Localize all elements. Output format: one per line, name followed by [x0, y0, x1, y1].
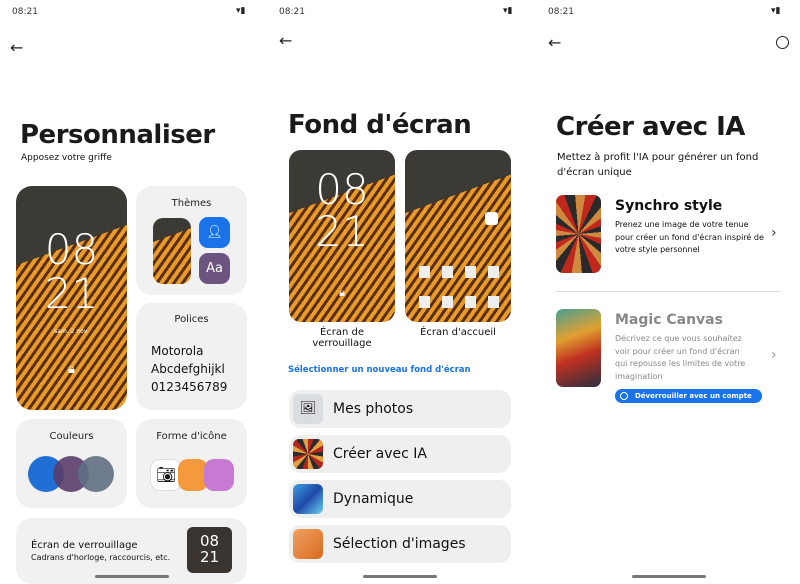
lock-hour: 08	[44, 225, 99, 274]
unlock-label: Déverrouiller avec un compte Moto	[635, 392, 752, 414]
app-icon	[204, 459, 234, 491]
synchro-desc: Prenez une image de votre tenue pour cré…	[615, 220, 764, 254]
lockscreen-card-subtitle: Cadrans d'horloge, raccourcis, etc.	[31, 553, 171, 562]
list-item-label: Mes photos	[333, 401, 414, 417]
chevron-right-icon: ›	[771, 347, 777, 363]
thumb-min: 21	[199, 548, 220, 566]
account-icon	[620, 392, 628, 400]
ai-thumb-icon	[293, 439, 323, 469]
themes-label: Thèmes	[171, 198, 212, 209]
icon-shape-label: Forme d'icône	[156, 431, 227, 442]
back-arrow-icon[interactable]: ←	[279, 31, 292, 50]
clock-thumb: 08 21	[187, 527, 232, 573]
magic-thumb	[556, 309, 601, 387]
fonts-card[interactable]: Polices Motorola Abcdefghijkl 0123456789	[136, 303, 247, 410]
back-arrow-icon[interactable]: ←	[548, 33, 561, 52]
icon-shape-card[interactable]: Forme d'icône 📷︎	[136, 419, 247, 508]
chevron-right-icon: ›	[771, 225, 777, 241]
lockscreen-preview[interactable]: 08 21 sam. 2 nov. 🔒︎	[16, 186, 127, 410]
list-item-selection-images[interactable]: Sélection d'images	[289, 525, 511, 563]
nav-handle[interactable]	[363, 575, 437, 578]
page-title: Personnaliser	[20, 120, 215, 150]
thumb-hour: 08	[199, 532, 220, 550]
dock-icons-row	[419, 296, 499, 308]
person-icon: 👤︎	[199, 217, 230, 248]
synchro-title: Synchro style	[615, 198, 723, 214]
font-sample: Motorola	[151, 344, 204, 358]
account-icon[interactable]	[776, 36, 789, 49]
app-icons-row	[419, 266, 499, 278]
back-arrow-icon[interactable]: ←	[10, 38, 23, 57]
list-item-mes-photos[interactable]: 🖼︎ Mes photos	[289, 390, 511, 428]
list-item-label: Dynamique	[333, 491, 414, 507]
lock-icon: 🔒︎	[339, 286, 345, 299]
page-title: Fond d'écran	[288, 110, 472, 140]
lock-minute: 21	[315, 207, 369, 256]
status-time: 08:21	[12, 7, 38, 17]
wifi-battery-icon: ▾▮	[236, 6, 246, 16]
font-sample-icon: Aa	[199, 253, 230, 284]
list-item-label: Sélection d'images	[333, 536, 466, 552]
dynamic-thumb-icon	[293, 484, 323, 514]
lockscreen-card-title: Écran de verrouillage	[31, 540, 138, 551]
lock-hour: 08	[315, 165, 369, 214]
magic-canvas-item[interactable]: Magic Canvas Décrivez ce que vous souhai…	[556, 309, 786, 414]
nav-handle[interactable]	[95, 575, 169, 578]
page-title: Créer avec IA	[556, 112, 745, 142]
theme-wallpaper-thumb	[153, 218, 191, 284]
status-time: 08:21	[548, 7, 574, 17]
fonts-label: Polices	[174, 314, 209, 325]
lock-date: sam. 2 nov.	[54, 328, 89, 335]
lock-minute: 21	[44, 269, 99, 318]
font-sample: 0123456789	[151, 380, 228, 394]
themes-card[interactable]: Thèmes 👤︎ Aa	[136, 186, 247, 295]
colors-card[interactable]: Couleurs	[16, 419, 127, 508]
magic-desc: Décrivez ce que vous souhaitez voir pour…	[615, 334, 746, 381]
homescreen-label: Écran d'accueil	[420, 327, 496, 338]
lockscreen-wallpaper-preview[interactable]: 08 21 🔒︎	[289, 150, 395, 322]
app-icon	[485, 212, 498, 225]
lockscreen-label: Écran de verrouillage	[312, 327, 372, 349]
unlock-moto-account-button[interactable]: Déverrouiller avec un compte Moto	[615, 389, 762, 414]
colors-label: Couleurs	[49, 431, 94, 442]
page-subtitle: Apposez votre griffe	[21, 153, 112, 163]
magic-title: Magic Canvas	[615, 312, 723, 328]
select-new-wallpaper-link[interactable]: Sélectionner un nouveau fond d'écran	[288, 365, 471, 375]
list-item-creer-ia[interactable]: Créer avec IA	[289, 435, 511, 473]
divider	[556, 291, 781, 292]
synchro-thumb	[556, 195, 601, 273]
wifi-battery-icon: ▾▮	[771, 6, 781, 16]
list-item-dynamique[interactable]: Dynamique	[289, 480, 511, 518]
nav-handle[interactable]	[632, 575, 706, 578]
font-sample: Abcdefghijkl	[151, 362, 225, 376]
photos-icon: 🖼︎	[293, 394, 323, 424]
homescreen-wallpaper-preview[interactable]	[405, 150, 511, 322]
list-item-label: Créer avec IA	[333, 446, 427, 462]
color-swatch	[78, 456, 114, 492]
lock-icon: 🔒︎	[68, 362, 75, 377]
synchro-style-item[interactable]: Synchro style Prenez une image de votre …	[556, 195, 786, 275]
page-subtitle: Mettez à profit l'IA pour générer un fon…	[557, 152, 759, 178]
status-time: 08:21	[279, 7, 305, 17]
images-thumb-icon	[293, 529, 323, 559]
wifi-battery-icon: ▾▮	[503, 6, 513, 16]
